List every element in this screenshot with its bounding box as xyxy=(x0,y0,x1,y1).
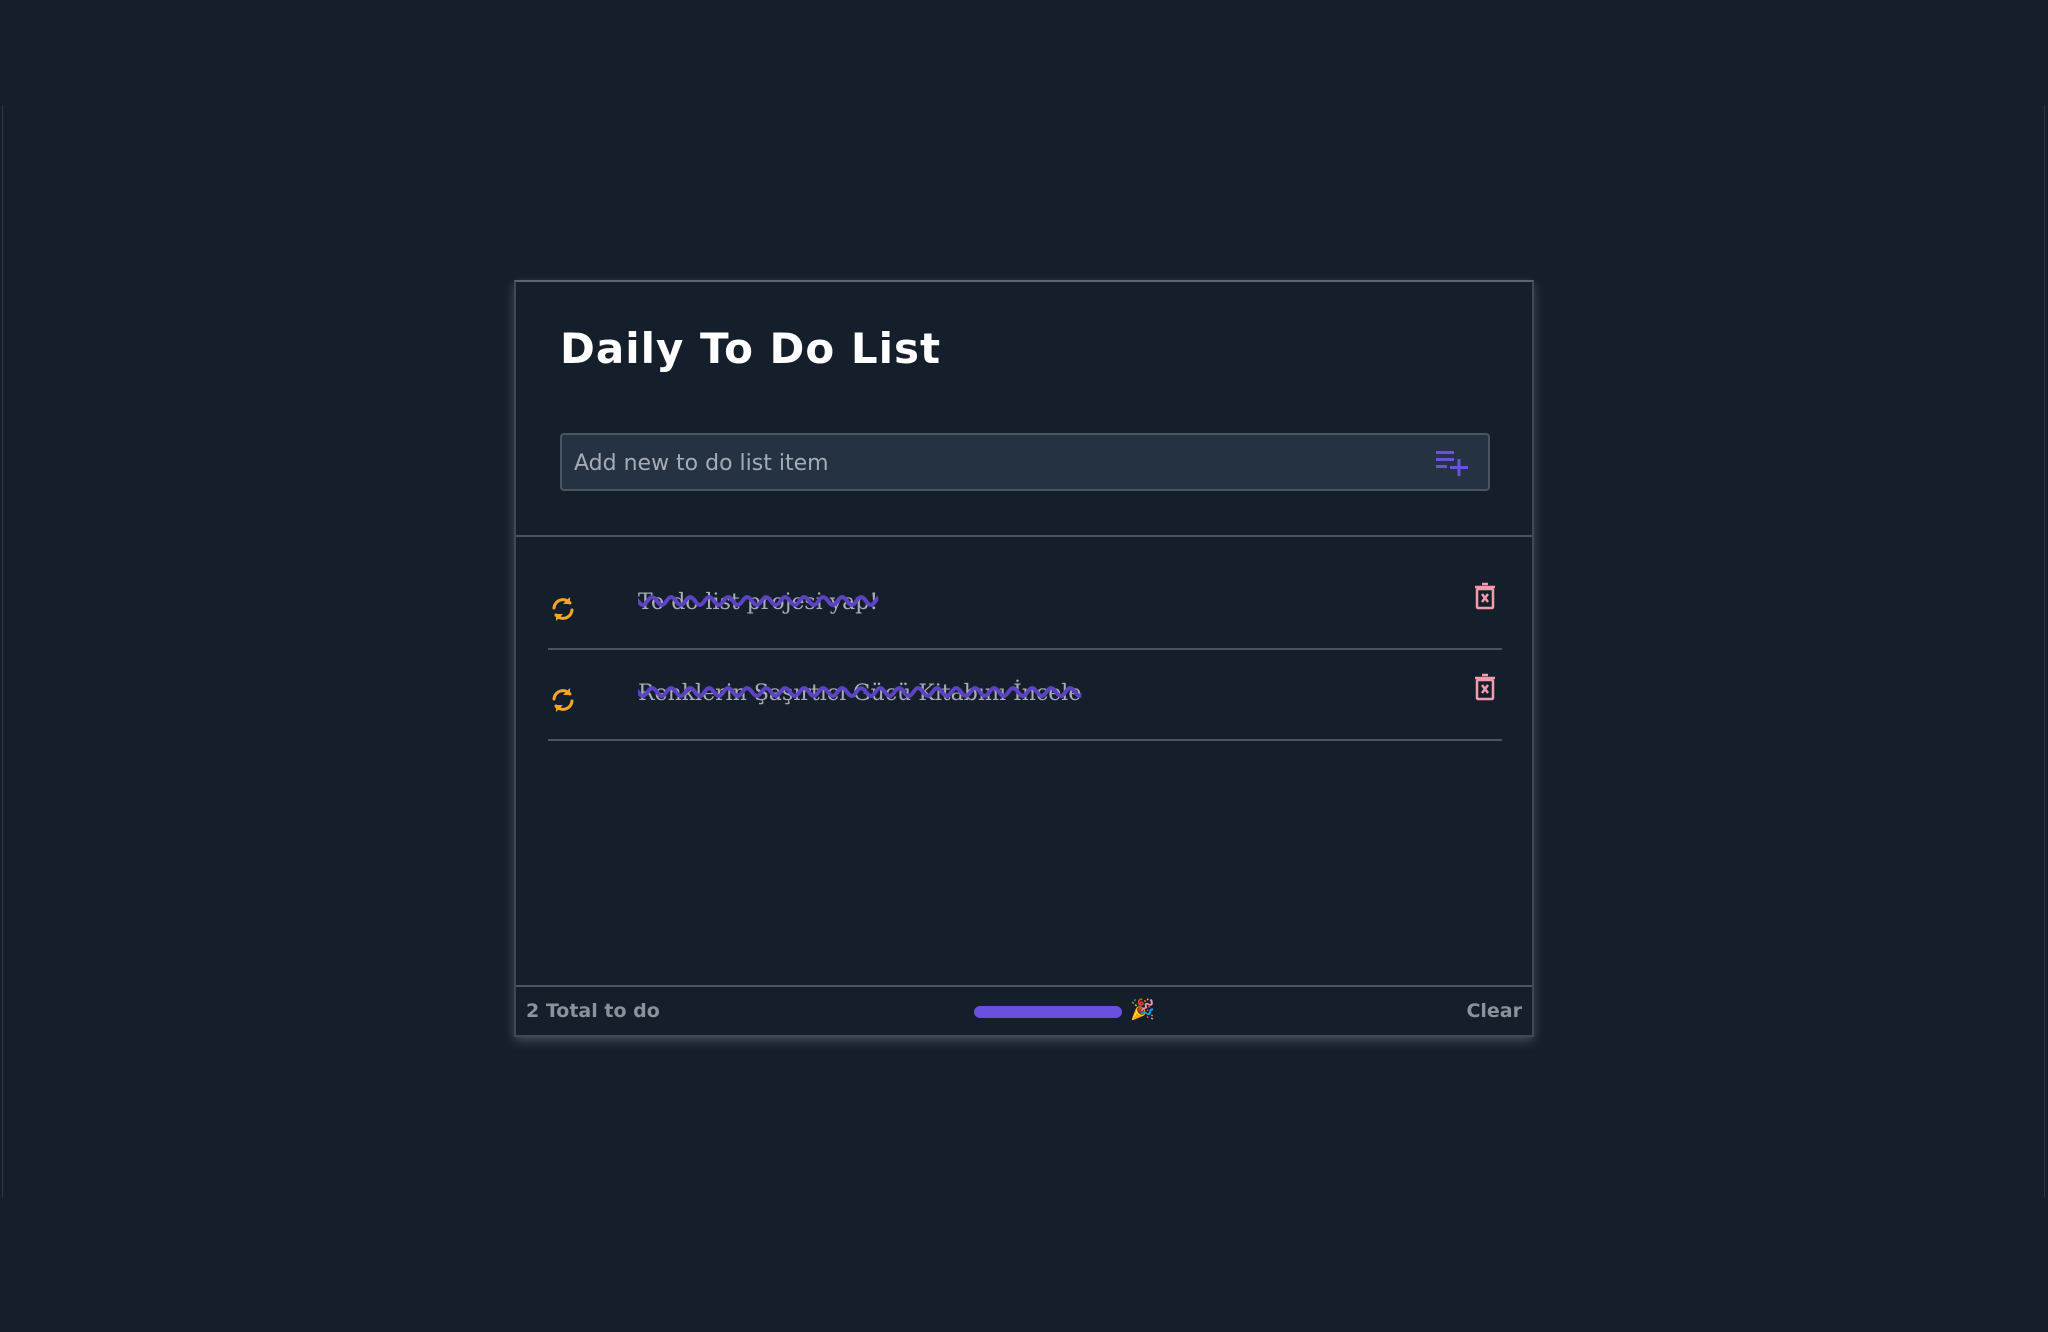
todo-item: To do list projesi yap! xyxy=(548,558,1502,650)
todo-card: Daily To Do List To do list projesi yap!… xyxy=(514,280,1534,1037)
progress-fill xyxy=(974,1006,1122,1018)
window-edge-right xyxy=(2044,105,2045,1197)
progress-bar xyxy=(974,1006,1122,1018)
trash-x-icon[interactable] xyxy=(1474,582,1496,610)
clear-button[interactable]: Clear xyxy=(1466,1000,1522,1022)
todo-item: Renklerin Şaşırtıcı Gücü Kitabını İncele xyxy=(548,649,1502,741)
window-edge-left xyxy=(2,105,3,1197)
total-count: 2 Total to do xyxy=(526,1000,660,1022)
refresh-icon[interactable] xyxy=(548,594,578,624)
footer-divider xyxy=(516,985,1532,987)
page-title: Daily To Do List xyxy=(560,324,942,373)
header-divider xyxy=(516,535,1532,537)
todo-item-text[interactable]: To do list projesi yap! xyxy=(638,590,878,615)
party-popper-icon: 🎉 xyxy=(1130,997,1155,1021)
refresh-icon[interactable] xyxy=(548,685,578,715)
new-item-input[interactable] xyxy=(572,435,1416,491)
trash-x-icon[interactable] xyxy=(1474,673,1496,701)
new-item-field xyxy=(560,433,1490,491)
todo-item-text[interactable]: Renklerin Şaşırtıcı Gücü Kitabını İncele xyxy=(638,681,1081,706)
playlist-add-icon[interactable] xyxy=(1436,449,1470,477)
